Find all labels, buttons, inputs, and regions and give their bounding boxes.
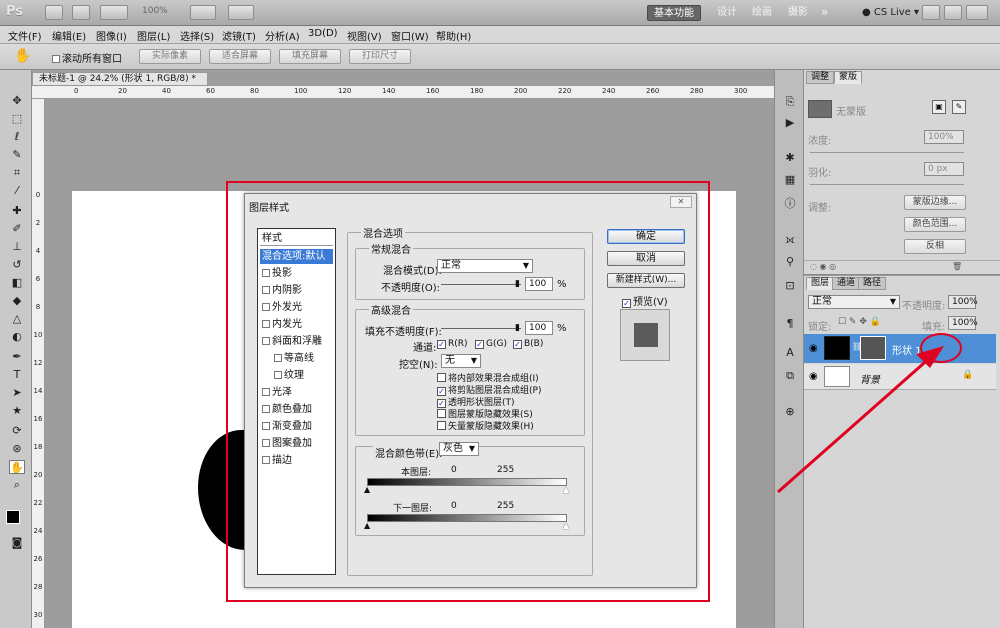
arrow-line <box>777 354 933 494</box>
annotation-arrow <box>777 346 944 494</box>
